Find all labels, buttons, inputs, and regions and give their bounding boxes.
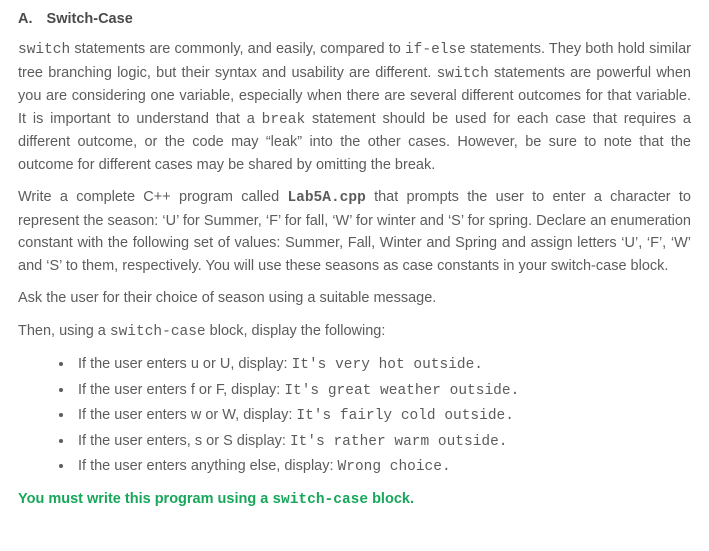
list-code: It's very hot outside. (292, 357, 483, 373)
p1-text-2: statements are commonly, and easily, com… (70, 41, 405, 57)
list-item: If the user enters, s or S display: It's… (74, 430, 691, 453)
paragraph-3: Ask the user for their choice of season … (18, 287, 691, 309)
p4-text-3: block, display the following: (206, 323, 386, 339)
p2-text-1: Write a complete C++ program called (18, 189, 287, 205)
paragraph-2: Write a complete C++ program called Lab5… (18, 186, 691, 277)
code-break: break (262, 112, 306, 128)
p4-text-1: Then, using a (18, 323, 110, 339)
list-item: If the user enters anything else, displa… (74, 455, 691, 478)
code-switch-1: switch (18, 42, 70, 58)
list-code: It's fairly cold outside. (296, 408, 514, 424)
heading-label: A. (18, 8, 33, 30)
list-text: If the user enters w or W, display: (78, 407, 296, 423)
list-item: If the user enters w or W, display: It's… (74, 404, 691, 427)
bullet-list: If the user enters u or U, display: It's… (18, 353, 691, 478)
list-item: If the user enters f or F, display: It's… (74, 379, 691, 402)
code-switch-case: switch-case (110, 324, 206, 340)
code-switch-case-final: switch-case (272, 492, 368, 508)
heading-title: Switch-Case (47, 11, 133, 27)
list-code: It's rather warm outside. (290, 434, 508, 450)
list-code: It's great weather outside. (284, 383, 519, 399)
list-text: If the user enters anything else, displa… (78, 458, 338, 474)
final-text-1: You must write this program using a (18, 491, 272, 507)
code-switch-2: switch (437, 66, 489, 82)
list-item: If the user enters u or U, display: It's… (74, 353, 691, 376)
code-if-else: if-else (405, 42, 466, 58)
final-text-3: block. (368, 491, 414, 507)
final-instruction: You must write this program using a swit… (18, 488, 691, 511)
code-filename: Lab5A.cpp (287, 190, 365, 206)
list-text: If the user enters, s or S display: (78, 433, 290, 449)
paragraph-1: switch statements are commonly, and easi… (18, 38, 691, 176)
section-heading: A. Switch-Case (18, 8, 691, 30)
list-text: If the user enters f or F, display: (78, 382, 284, 398)
paragraph-4: Then, using a switch-case block, display… (18, 320, 691, 343)
list-text: If the user enters u or U, display: (78, 356, 292, 372)
list-code: Wrong choice. (338, 459, 451, 475)
